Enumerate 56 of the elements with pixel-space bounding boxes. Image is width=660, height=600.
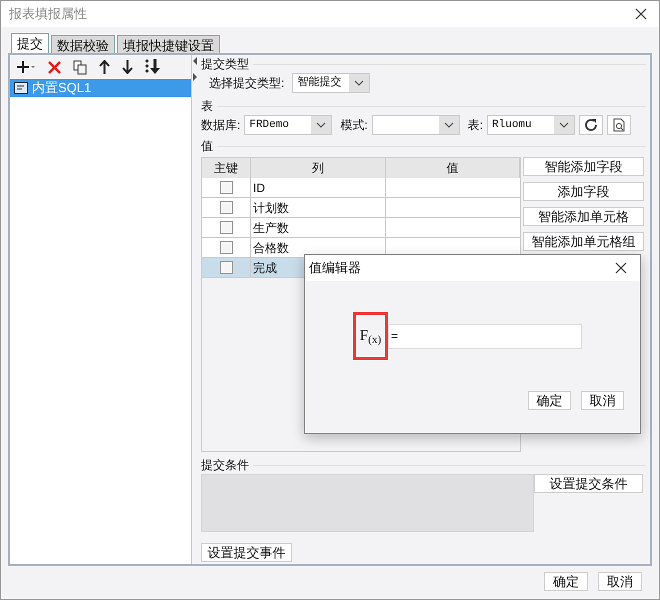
delete-icon[interactable]	[48, 60, 61, 74]
table-row[interactable]: 生产数	[202, 218, 520, 238]
refresh-icon	[584, 118, 598, 132]
checkbox[interactable]	[220, 261, 232, 274]
database-select[interactable]: FRDemo	[244, 115, 332, 135]
dialog-title: 值编辑器	[309, 259, 362, 278]
section-heading: 提交类型	[201, 57, 249, 71]
chevron-down-icon	[559, 122, 570, 128]
refresh-button[interactable]	[579, 115, 604, 135]
dialog-button[interactable]: 取消	[598, 572, 642, 591]
formula-field[interactable]: =	[388, 324, 582, 348]
table-row[interactable]: ID	[202, 178, 520, 198]
database-label: 数据库:	[201, 117, 240, 134]
add-icon[interactable]	[16, 60, 36, 74]
table-label: 表:	[468, 117, 484, 134]
chevron-down-icon	[354, 80, 364, 86]
section-heading: 值	[201, 139, 213, 153]
dialog-button[interactable]: 设置提交条件	[534, 474, 643, 493]
section-heading: 表	[201, 99, 213, 113]
checkbox[interactable]	[220, 221, 232, 234]
formula-button[interactable]: F$_{(x)}$	[353, 312, 388, 360]
tab[interactable]: 填报快捷键设置	[117, 35, 220, 53]
checkbox[interactable]	[220, 181, 232, 194]
preview-button[interactable]	[607, 115, 632, 135]
close-icon[interactable]	[615, 262, 627, 274]
dialog-button[interactable]: 确定	[528, 391, 571, 410]
dialog-button[interactable]: 智能添加字段	[523, 157, 644, 176]
table-row[interactable]: 计划数	[202, 198, 520, 218]
move-bottom-icon[interactable]	[145, 59, 161, 75]
dialog-button[interactable]: 添加字段	[523, 182, 644, 201]
dialog-button[interactable]: 设置提交事件	[201, 543, 292, 562]
arrow-up-icon[interactable]	[99, 60, 110, 74]
dialog-button[interactable]: 智能添加单元格	[523, 207, 644, 226]
dialog-button[interactable]: 智能添加单元格组	[523, 232, 644, 251]
table-select[interactable]: Rluomu	[487, 115, 576, 135]
checkbox[interactable]	[220, 241, 232, 254]
table-cell: 生产数	[251, 218, 386, 237]
tab[interactable]: 数据校验	[51, 35, 115, 53]
copy-icon[interactable]	[73, 60, 87, 74]
window-title: 报表填报属性	[9, 5, 88, 24]
dialog-button[interactable]: 取消	[581, 391, 624, 410]
submit-type-label: 选择提交类型:	[209, 75, 284, 92]
dialog-button[interactable]: 确定	[544, 572, 588, 591]
table-cell: 计划数	[251, 198, 386, 217]
tab[interactable]: 提交	[11, 33, 49, 53]
chevron-down-icon	[316, 122, 326, 128]
document-search-icon	[613, 118, 626, 132]
submit-type-select[interactable]: 智能提交	[292, 73, 370, 93]
chevron-down-icon	[444, 122, 454, 128]
table-cell: ID	[251, 178, 386, 197]
section-heading: 提交条件	[201, 458, 249, 472]
sql-icon	[14, 82, 28, 94]
arrow-down-icon[interactable]	[122, 60, 133, 74]
schema-label: 模式:	[340, 117, 368, 134]
close-icon[interactable]	[635, 8, 647, 20]
checkbox[interactable]	[220, 201, 232, 214]
